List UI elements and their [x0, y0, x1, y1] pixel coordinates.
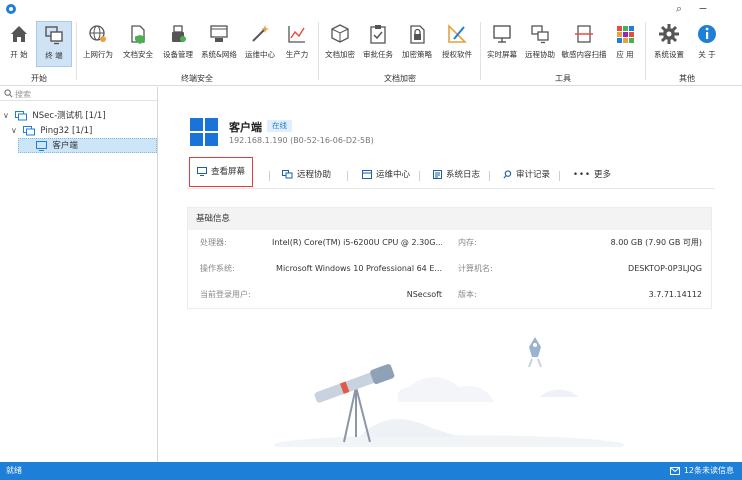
search-icon [4, 89, 13, 98]
audit-log-button[interactable]: 审计记录 [503, 163, 550, 187]
home-icon [11, 26, 27, 42]
lock-doc-icon [410, 25, 425, 44]
system-network-icon [210, 25, 228, 42]
info-row: 操作系统: Microsoft Windows 10 Professional … [200, 264, 702, 273]
gear-icon [659, 24, 679, 44]
group-label-doc-encrypt: 文档加密 [384, 74, 416, 83]
cube-icon [331, 24, 349, 43]
more-icon: ••• [573, 170, 592, 180]
ribbon-about-button[interactable]: 关 于 [692, 21, 722, 67]
device-tree-panel: 搜索 ∨ NSec-测试机 [1/1] ∨ Ping32 [1/1] 客户端 [0, 87, 158, 462]
status-bar: 就绪 12条未读信息 [0, 462, 742, 480]
ribbon-doc-encrypt-button[interactable]: 文档加密 [322, 21, 358, 67]
computer-group-icon [14, 110, 27, 120]
action-separator [419, 171, 420, 181]
tree-node-nsec-test[interactable]: ∨ NSec-测试机 [1/1] [3, 108, 106, 123]
toolbox-icon [362, 170, 372, 179]
action-separator [269, 171, 270, 181]
status-badge: 在线 [267, 120, 292, 132]
monitor-icon [197, 167, 207, 176]
client-ip-mac: 192.168.1.190 (B0-52-16-06-D2-5B) [229, 136, 374, 145]
tree-node-client[interactable]: 客户端 [18, 138, 157, 153]
info-row: 当前登录用户: NSecsoft 版本: 3.7.71.14112 [200, 290, 702, 299]
mail-icon [669, 466, 680, 475]
tree-search-input[interactable]: 搜索 [0, 87, 157, 101]
ribbon-device-button[interactable]: 设备管理 [160, 21, 196, 67]
chart-icon [288, 26, 305, 43]
client-detail-panel: 客户端 在线 192.168.1.190 (B0-52-16-06-D2-5B)… [159, 87, 742, 462]
remote-icon [531, 25, 549, 44]
ribbon-doc-security-button[interactable]: 文档安全 [120, 21, 156, 67]
search-icon[interactable]: ⌕ [670, 1, 688, 17]
ribbon-system-network-button[interactable]: 系统&网络 [200, 21, 238, 67]
doc-shield-icon [131, 25, 145, 44]
usb-icon [172, 25, 186, 42]
scan-icon [575, 25, 593, 43]
remote-assist-button[interactable]: 远程协助 [282, 163, 331, 187]
ribbon-realtime-screen-button[interactable]: 实时屏幕 [484, 21, 520, 67]
wand-icon [252, 25, 269, 42]
action-separator [489, 171, 490, 181]
ribbon-ops-center-button[interactable]: 运维中心 [242, 21, 278, 67]
ribbon-separator [645, 22, 646, 80]
ribbon-sensitive-scan-button[interactable]: 敏感内容扫描 [560, 21, 608, 67]
ribbon-toolbar: 开 始 终 端 开始 上网行为 文档安全 设备管理 系统&网络 运维中心 生产力… [0, 18, 742, 86]
apps-icon [617, 26, 634, 43]
ribbon-productivity-button[interactable]: 生产力 [282, 21, 312, 67]
ribbon-approval-button[interactable]: 审批任务 [360, 21, 396, 67]
unread-messages[interactable]: 12条未读信息 [669, 462, 734, 480]
basic-info-card: 基础信息 处理器: Intel(R) Core(TM) i5-6200U CPU… [187, 207, 712, 309]
status-text: 就绪 [6, 466, 22, 475]
globe-icon [89, 25, 106, 42]
ribbon-terminal-button[interactable]: 终 端 [36, 21, 72, 67]
info-title: 基础信息 [188, 208, 711, 230]
view-screen-button[interactable]: 查看屏幕 [189, 157, 254, 187]
ribbon-home-button[interactable]: 开 始 [4, 21, 34, 67]
ribbon-settings-button[interactable]: 系统设置 [650, 21, 688, 67]
ribbon-licensed-software-button[interactable]: 授权软件 [438, 21, 476, 67]
info-icon [698, 25, 716, 43]
title-bar: ⌕ − [0, 0, 742, 18]
group-label-tools: 工具 [555, 74, 571, 83]
ops-center-button[interactable]: 运维中心 [362, 163, 410, 187]
action-bar: 查看屏幕 远程协助 运维中心 系统日志 审计记录 ••• 更多 [187, 157, 715, 189]
monitor-icon [493, 25, 511, 43]
group-label-other: 其他 [679, 74, 695, 83]
info-row: 处理器: Intel(R) Core(TM) i5-6200U CPU @ 2.… [200, 238, 702, 247]
terminal-icon [45, 26, 63, 45]
minimize-button[interactable]: − [694, 1, 712, 17]
chevron-down-icon[interactable]: ∨ [3, 108, 12, 123]
log-icon [433, 170, 442, 179]
computer-group-icon [22, 125, 35, 135]
ribbon-separator [318, 22, 319, 80]
pencil-ruler-icon [448, 24, 467, 43]
app-logo [6, 4, 16, 14]
search-icon [503, 170, 512, 179]
computer-icon [35, 140, 47, 151]
ribbon-encrypt-policy-button[interactable]: 加密策略 [398, 21, 436, 67]
action-separator [347, 171, 348, 181]
ribbon-separator [76, 22, 77, 80]
client-name: 客户端 [229, 121, 262, 134]
system-log-button[interactable]: 系统日志 [433, 163, 480, 187]
tree-node-ping32[interactable]: ∨ Ping32 [1/1] [11, 123, 92, 138]
telescope-illustration [274, 337, 624, 447]
ribbon-apps-button[interactable]: 应 用 [610, 21, 640, 67]
group-label-start: 开始 [31, 74, 47, 83]
group-label-endpoint-security: 终端安全 [181, 74, 213, 83]
remote-icon [282, 170, 293, 179]
chevron-down-icon[interactable]: ∨ [11, 123, 20, 138]
ribbon-web-behavior-button[interactable]: 上网行为 [80, 21, 116, 67]
ribbon-separator [480, 22, 481, 80]
action-separator [559, 171, 560, 181]
clipboard-check-icon [370, 25, 386, 44]
windows-logo-icon [190, 118, 218, 146]
ribbon-remote-assist-button[interactable]: 远程协助 [522, 21, 558, 67]
more-button[interactable]: ••• 更多 [573, 163, 611, 187]
